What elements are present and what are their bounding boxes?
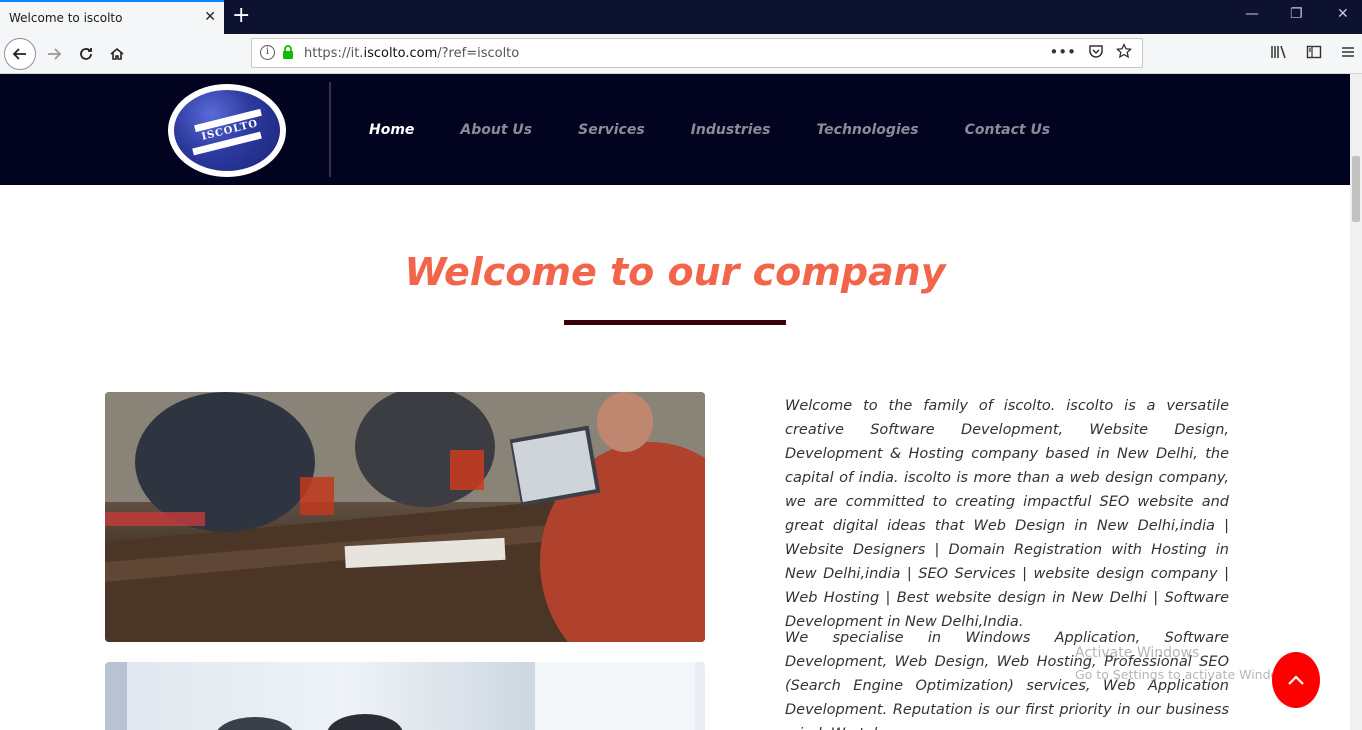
home-button[interactable] [101, 38, 133, 70]
address-bar[interactable]: i https://it.iscolto.com/?ref=iscolto ••… [251, 38, 1143, 68]
header-divider [329, 82, 331, 177]
restore-icon[interactable]: ❐ [1290, 6, 1303, 22]
library-icon[interactable] [1270, 44, 1288, 60]
scrollbar-thumb[interactable] [1352, 156, 1360, 222]
minimize-icon[interactable]: — [1245, 6, 1259, 22]
forward-button[interactable] [38, 38, 70, 70]
forward-arrow-icon [48, 48, 62, 60]
menu-item-home[interactable]: Home [369, 122, 414, 138]
bookmark-star-icon[interactable] [1116, 43, 1132, 59]
logo-emblem: ISCOLTO [174, 90, 280, 171]
menu-item-about-us[interactable]: About Us [460, 122, 532, 138]
reload-icon [80, 48, 92, 60]
hamburger-menu-icon[interactable] [1340, 44, 1356, 60]
main-menu: Home About Us Services Industries Techno… [369, 122, 1096, 138]
menu-item-technologies[interactable]: Technologies [816, 122, 918, 138]
intro-paragraph: Welcome to the family of iscolto. iscolt… [785, 398, 1229, 630]
menu-item-contact-us[interactable]: Contact Us [965, 122, 1051, 138]
menu-item-services[interactable]: Services [578, 122, 645, 138]
tab-title: Welcome to iscolto [9, 11, 123, 25]
tab-close-icon[interactable]: ✕ [204, 8, 216, 26]
window-close-icon[interactable]: ✕ [1337, 6, 1349, 22]
home-icon [110, 47, 124, 60]
site-header: ISCOLTO Home About Us Services Industrie… [0, 74, 1350, 185]
new-tab-icon[interactable]: + [232, 4, 250, 28]
menu-item-industries[interactable]: Industries [691, 122, 771, 138]
back-arrow-icon [12, 48, 26, 60]
team-meeting-photo [105, 392, 705, 642]
reload-button[interactable] [70, 38, 102, 70]
url-text[interactable]: https://it.iscolto.com/?ref=iscolto [304, 46, 519, 61]
page-actions-icon[interactable]: ••• [1049, 43, 1076, 61]
sidebar-icon[interactable] [1306, 44, 1322, 60]
browser-toolbar: i https://it.iscolto.com/?ref=iscolto ••… [0, 34, 1362, 74]
office-photo [105, 662, 705, 730]
welcome-heading: Welcome to our company [404, 250, 946, 294]
pocket-icon[interactable] [1088, 43, 1104, 59]
lock-icon [283, 45, 293, 59]
browser-tab-strip: Welcome to iscolto ✕ + — ❐ ✕ [0, 0, 1362, 34]
activate-windows-watermark: Activate Windows Go to Settings to activ… [1075, 645, 1299, 682]
browser-tab[interactable]: Welcome to iscolto ✕ [0, 0, 224, 34]
back-button[interactable] [4, 38, 36, 70]
page-scrollbar[interactable] [1350, 74, 1362, 730]
site-info-icon[interactable]: i [260, 45, 275, 60]
page-viewport: ISCOLTO Home About Us Services Industrie… [0, 74, 1350, 730]
back-to-top-button[interactable] [1272, 652, 1320, 708]
site-logo[interactable]: ISCOLTO [168, 84, 286, 177]
chevron-up-icon [1288, 675, 1304, 685]
heading-underline [564, 320, 786, 325]
